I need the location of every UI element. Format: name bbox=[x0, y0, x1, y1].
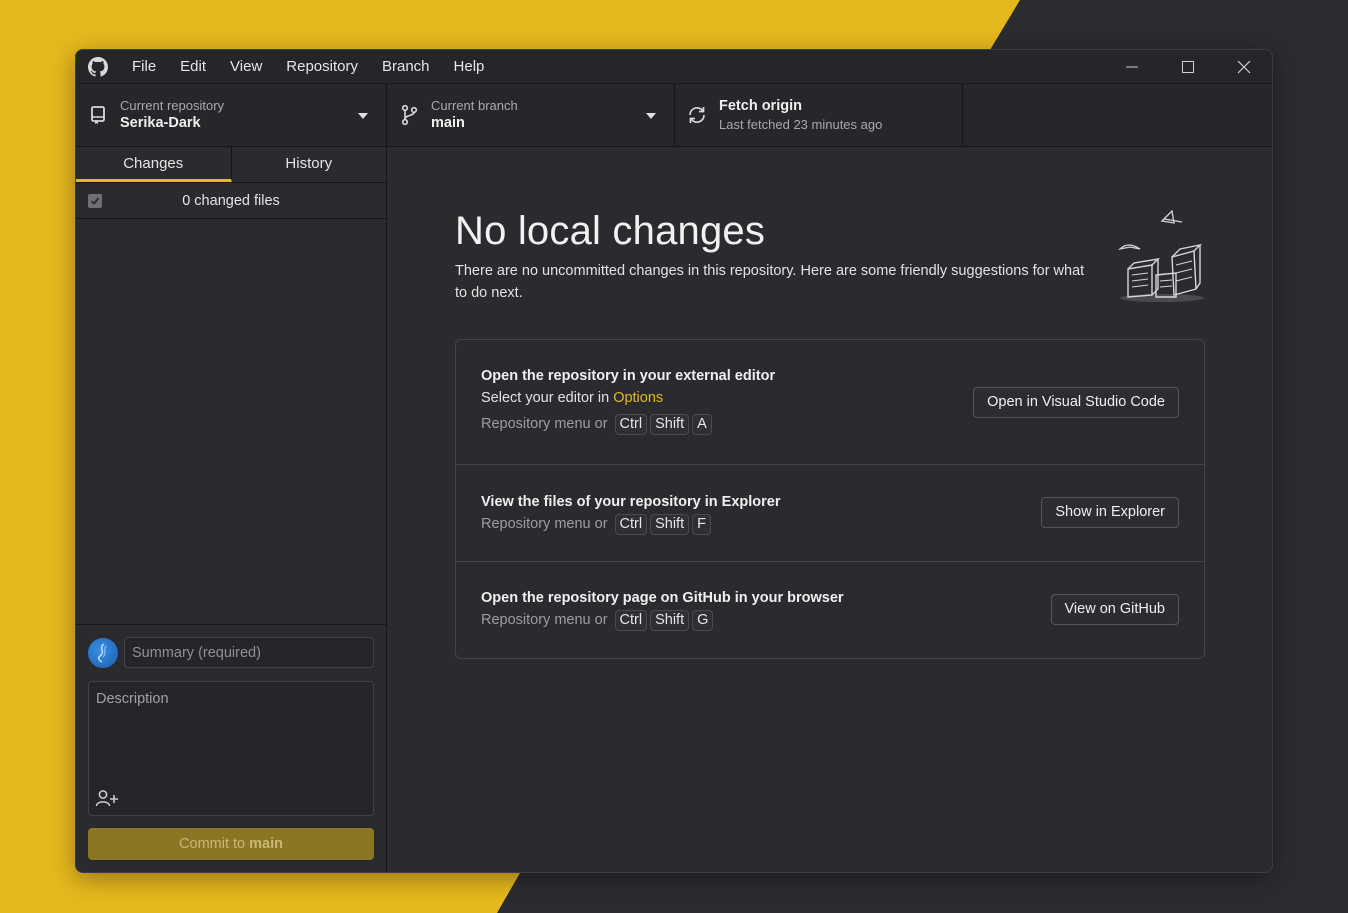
current-branch-selector[interactable]: Current branch main bbox=[387, 84, 675, 146]
changed-files-header: 0 changed files bbox=[76, 183, 386, 219]
commit-button-prefix: Commit to bbox=[179, 836, 250, 852]
keyboard-shortcut: Repository menu or Ctrl Shift G bbox=[481, 609, 844, 631]
github-logo-icon bbox=[76, 56, 120, 77]
file-list bbox=[76, 219, 386, 624]
suggestion-view-github: Open the repository page on GitHub in yo… bbox=[456, 562, 1204, 658]
close-icon bbox=[1237, 60, 1251, 73]
menu-edit[interactable]: Edit bbox=[168, 50, 218, 84]
title-bar: File Edit View Repository Branch Help bbox=[76, 50, 1272, 84]
toolbar: Current repository Serika-Dark Current b… bbox=[76, 84, 1272, 147]
description-placeholder: Description bbox=[96, 691, 169, 707]
key-letter: G bbox=[692, 609, 714, 631]
view-on-github-button[interactable]: View on GitHub bbox=[1050, 594, 1179, 625]
page-description: There are no uncommitted changes in this… bbox=[455, 263, 1085, 301]
suggestion-open-editor: Open the repository in your external edi… bbox=[456, 340, 1204, 465]
keyboard-shortcut: Repository menu or Ctrl Shift F bbox=[481, 513, 780, 535]
repo-label: Current repository bbox=[120, 98, 225, 113]
commit-button-branch: main bbox=[249, 836, 283, 852]
close-button[interactable] bbox=[1216, 50, 1272, 83]
suggestion-detail-text: Select your editor in bbox=[481, 390, 614, 406]
shortcut-label: Repository menu or bbox=[481, 516, 608, 532]
options-link[interactable]: Options bbox=[613, 390, 663, 406]
maximize-icon bbox=[1182, 60, 1194, 73]
suggestion-show-explorer: View the files of your repository in Exp… bbox=[456, 465, 1204, 562]
key-shift: Shift bbox=[650, 609, 690, 631]
changed-files-count: 0 changed files bbox=[182, 192, 280, 209]
shortcut-label: Repository menu or bbox=[481, 612, 608, 628]
fetch-status: Last fetched 23 minutes ago bbox=[719, 117, 883, 132]
key-ctrl: Ctrl bbox=[614, 413, 648, 435]
empty-state-illustration bbox=[1118, 209, 1204, 302]
shortcut-label: Repository menu or bbox=[481, 416, 608, 432]
suggestion-title: View the files of your repository in Exp… bbox=[481, 494, 781, 510]
key-shift: Shift bbox=[650, 513, 690, 535]
commit-button[interactable]: Commit to main bbox=[88, 828, 374, 860]
main-content: No local changes There are no uncommitte… bbox=[387, 147, 1272, 872]
suggestion-detail: Select your editor in Options bbox=[481, 387, 775, 409]
fetch-origin-button[interactable]: Fetch origin Last fetched 23 minutes ago bbox=[675, 84, 963, 146]
minimize-icon bbox=[1126, 66, 1138, 67]
add-coauthor-icon[interactable] bbox=[95, 789, 119, 807]
maximize-button[interactable] bbox=[1160, 50, 1216, 83]
key-ctrl: Ctrl bbox=[614, 609, 648, 631]
page-title: No local changes bbox=[455, 209, 766, 253]
keyboard-shortcut: Repository menu or Ctrl Shift A bbox=[481, 413, 775, 435]
menu-help[interactable]: Help bbox=[442, 50, 497, 84]
tab-bar: Changes History bbox=[76, 147, 386, 183]
repository-icon bbox=[76, 105, 120, 125]
repo-name: Serika-Dark bbox=[120, 115, 201, 131]
key-shift: Shift bbox=[650, 413, 690, 435]
key-letter: A bbox=[692, 413, 712, 435]
app-window: File Edit View Repository Branch Help Cu… bbox=[75, 49, 1273, 873]
menu-file[interactable]: File bbox=[120, 50, 168, 84]
open-in-vscode-button[interactable]: Open in Visual Studio Code bbox=[973, 387, 1179, 418]
branch-name: main bbox=[431, 115, 465, 131]
suggestion-title: Open the repository in your external edi… bbox=[481, 368, 776, 384]
window-controls bbox=[1104, 50, 1272, 83]
key-letter: F bbox=[692, 513, 711, 535]
minimize-button[interactable] bbox=[1104, 50, 1160, 83]
key-ctrl: Ctrl bbox=[614, 513, 648, 535]
sync-icon bbox=[675, 104, 719, 126]
chevron-down-icon bbox=[358, 113, 368, 119]
suggestions-list: Open the repository in your external edi… bbox=[455, 339, 1205, 659]
sidebar: Changes History 0 changed files Descr bbox=[76, 147, 387, 872]
show-in-explorer-button[interactable]: Show in Explorer bbox=[1041, 497, 1179, 528]
avatar bbox=[88, 637, 118, 668]
menu-bar: File Edit View Repository Branch Help bbox=[120, 50, 496, 84]
branch-label: Current branch bbox=[431, 98, 518, 113]
menu-view[interactable]: View bbox=[218, 50, 274, 84]
menu-branch[interactable]: Branch bbox=[370, 50, 442, 84]
summary-input[interactable] bbox=[124, 637, 374, 668]
chevron-down-icon bbox=[646, 113, 656, 119]
fetch-title: Fetch origin bbox=[719, 98, 802, 114]
tab-history[interactable]: History bbox=[232, 147, 387, 182]
commit-form: Description Commit to main bbox=[76, 624, 386, 872]
branch-icon bbox=[387, 104, 431, 126]
current-repository-selector[interactable]: Current repository Serika-Dark bbox=[76, 84, 387, 146]
tab-changes[interactable]: Changes bbox=[76, 147, 232, 182]
suggestion-title: Open the repository page on GitHub in yo… bbox=[481, 590, 844, 606]
description-field[interactable]: Description bbox=[88, 681, 374, 816]
menu-repository[interactable]: Repository bbox=[274, 50, 370, 84]
